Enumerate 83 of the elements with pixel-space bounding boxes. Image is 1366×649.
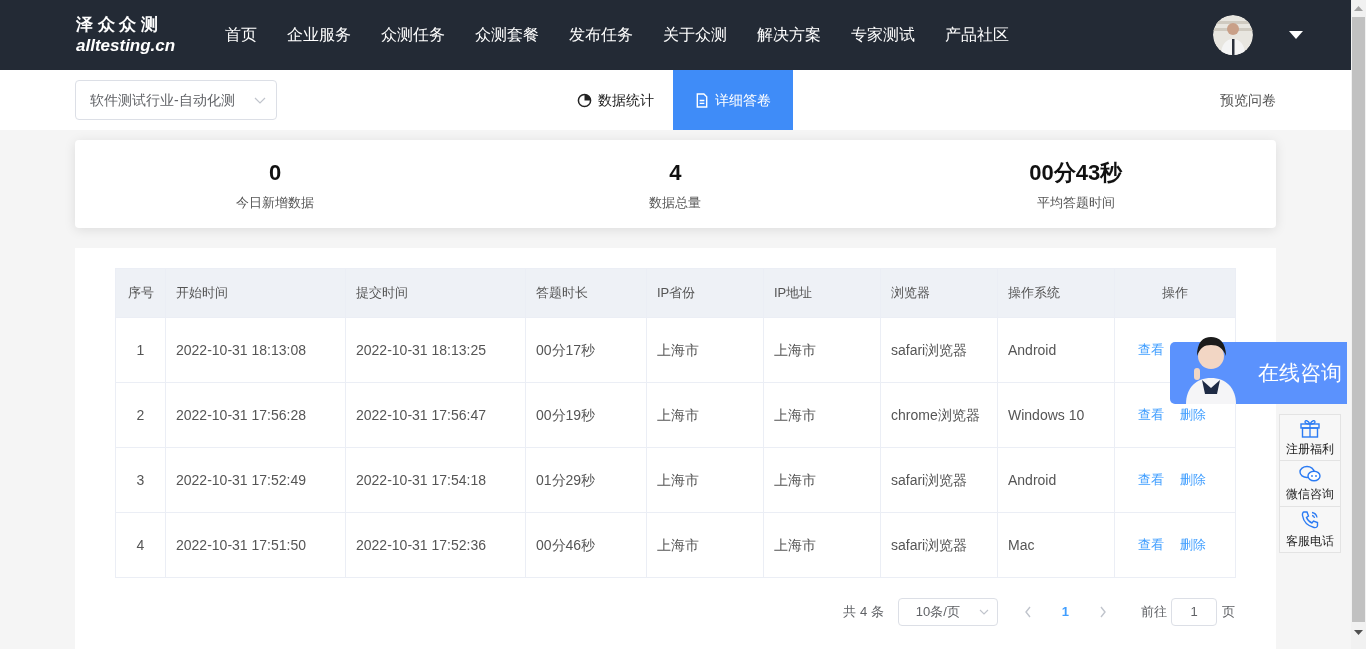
table-cell: 00分19秒 bbox=[526, 383, 647, 448]
table-cell: 2022-10-31 17:56:47 bbox=[346, 383, 526, 448]
survey-select-value: 软件测试行业-自动化测 bbox=[90, 90, 236, 110]
goto-page-field[interactable]: 1 bbox=[1171, 598, 1217, 626]
scroll-up-icon[interactable] bbox=[1354, 6, 1363, 11]
table-cell: 上海市 bbox=[647, 383, 764, 448]
page-size-select[interactable]: 10条/页 bbox=[897, 598, 998, 626]
stat-value: 00分43秒 bbox=[1029, 158, 1123, 187]
table-cell: 2022-10-31 17:56:28 bbox=[166, 383, 346, 448]
goto-label: 前往 bbox=[1141, 603, 1167, 622]
table-cell: 上海市 bbox=[764, 383, 881, 448]
table-cell: 2022-10-31 18:13:08 bbox=[166, 318, 346, 383]
preview-link[interactable]: 预览问卷 bbox=[1220, 89, 1276, 111]
document-icon bbox=[695, 92, 709, 108]
table-cell: 1 bbox=[116, 318, 166, 383]
table-cell: 2022-10-31 17:51:50 bbox=[166, 513, 346, 578]
chat-bubbles-icon bbox=[1299, 464, 1321, 483]
nav-link[interactable]: 专家测试 bbox=[851, 23, 915, 47]
nav-link[interactable]: 首页 bbox=[225, 23, 257, 47]
column-header: IP地址 bbox=[764, 269, 881, 318]
phone-icon bbox=[1300, 509, 1320, 530]
scroll-down-icon[interactable] bbox=[1354, 630, 1363, 635]
logo-title: 泽 众 众 测 bbox=[76, 16, 160, 33]
stat-label: 今日新增数据 bbox=[236, 193, 315, 212]
column-header: 答题时长 bbox=[526, 269, 647, 318]
table-cell: 2022-10-31 18:13:25 bbox=[346, 318, 526, 383]
column-header: 操作系统 bbox=[998, 269, 1115, 318]
side-tool-button[interactable]: 微信咨询 bbox=[1279, 460, 1341, 507]
chevron-down-icon bbox=[978, 609, 989, 615]
nav-link[interactable]: 发布任务 bbox=[569, 23, 633, 47]
table-cell: 01分29秒 bbox=[526, 448, 647, 513]
table-cell: chrome浏览器 bbox=[881, 383, 998, 448]
table-cell: safari浏览器 bbox=[881, 318, 998, 383]
table-cell: 2022-10-31 17:52:36 bbox=[346, 513, 526, 578]
table-cell: 上海市 bbox=[764, 448, 881, 513]
table-cell: Android bbox=[998, 448, 1115, 513]
stat-label: 平均答题时间 bbox=[1036, 193, 1115, 212]
side-tool-button[interactable]: 注册福利 bbox=[1279, 414, 1341, 461]
table-cell: 4 bbox=[116, 513, 166, 578]
table-cell: 00分17秒 bbox=[526, 318, 647, 383]
chevron-down-icon bbox=[254, 96, 266, 104]
previous-page-icon[interactable] bbox=[1023, 606, 1032, 618]
nav-link[interactable]: 产品社区 bbox=[945, 23, 1009, 47]
stat-value: 4 bbox=[669, 158, 682, 187]
table-cell: safari浏览器 bbox=[881, 448, 998, 513]
table-cell: Android bbox=[998, 318, 1115, 383]
table-cell: 2022-10-31 17:54:18 bbox=[346, 448, 526, 513]
nav-link[interactable]: 众测套餐 bbox=[475, 23, 539, 47]
column-header: 序号 bbox=[116, 269, 166, 318]
column-header: 提交时间 bbox=[346, 269, 526, 318]
survey-select[interactable]: 软件测试行业-自动化测 bbox=[75, 80, 277, 120]
nav-link[interactable]: 众测任务 bbox=[381, 23, 445, 47]
table-cell: Windows 10 bbox=[998, 383, 1115, 448]
table-cell: 上海市 bbox=[764, 513, 881, 578]
table-cell: 2 bbox=[116, 383, 166, 448]
table-cell: Mac bbox=[998, 513, 1115, 578]
stat-label: 数据总量 bbox=[649, 193, 702, 212]
nav-link[interactable]: 解决方案 bbox=[757, 23, 821, 47]
pie-chart-icon bbox=[577, 92, 592, 108]
goto-suffix: 页 bbox=[1222, 603, 1235, 622]
table-cell: 00分46秒 bbox=[526, 513, 647, 578]
table-cell: 上海市 bbox=[647, 318, 764, 383]
consult-label: 在线咨询 bbox=[1258, 360, 1342, 387]
column-header: 浏览器 bbox=[881, 269, 998, 318]
logo-domain: alltesting.cn bbox=[76, 37, 176, 54]
column-header: IP省份 bbox=[647, 269, 764, 318]
table-cell: 3 bbox=[116, 448, 166, 513]
table-cell: 上海市 bbox=[764, 318, 881, 383]
table-cell: 上海市 bbox=[647, 513, 764, 578]
scrollbar[interactable] bbox=[1351, 0, 1366, 649]
nav-link[interactable]: 企业服务 bbox=[287, 23, 351, 47]
nav-link[interactable]: 关于众测 bbox=[663, 23, 727, 47]
stat-value: 0 bbox=[269, 158, 282, 187]
column-header: 操作 bbox=[1115, 269, 1236, 318]
total-count: 共 4 条 bbox=[843, 603, 884, 622]
column-header: 开始时间 bbox=[166, 269, 346, 318]
gift-icon bbox=[1299, 417, 1321, 438]
table-cell: safari浏览器 bbox=[881, 513, 998, 578]
table-cell: 上海市 bbox=[647, 448, 764, 513]
dropdown-caret-icon[interactable] bbox=[1289, 31, 1303, 39]
table-cell: 2022-10-31 17:52:49 bbox=[166, 448, 346, 513]
next-page-icon[interactable] bbox=[1099, 606, 1107, 618]
side-tool-button[interactable]: 客服电话 bbox=[1279, 506, 1341, 553]
